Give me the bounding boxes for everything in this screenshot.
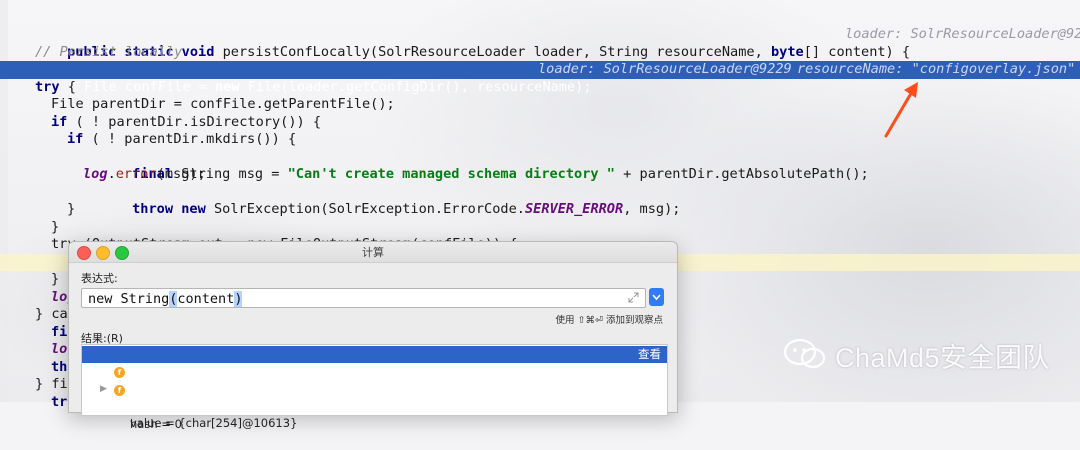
chevron-down-icon <box>652 294 661 301</box>
code-text: } ca <box>35 306 68 322</box>
code-line-12[interactable]: } <box>0 219 1080 237</box>
code-line-9[interactable]: log.error(msg); <box>0 166 1080 184</box>
history-dropdown-button[interactable] <box>649 288 664 306</box>
debug-inline-hint: resourceName: "configoverlay.json" <box>797 61 1076 77</box>
result-tree[interactable]: ▼ ∞ 结果 = "{"queryResponseWriter":{"veloc… <box>81 344 668 431</box>
code-text: (msg); <box>156 166 206 182</box>
keyword: th <box>51 358 68 375</box>
result-field-row[interactable]: f hash = 0 <box>82 382 667 431</box>
debug-inline-hint: loader: SolrResourceLoader@9229 <box>538 61 792 77</box>
view-link[interactable]: 查看 <box>638 346 661 363</box>
result-value: 结果 = "{"queryResponseWriter":{"velocity"… <box>116 398 643 412</box>
method-name: error <box>115 166 157 182</box>
code-line-2[interactable]: // Persist locally <box>0 44 1080 62</box>
wechat-icon <box>783 338 826 369</box>
field-icon: f <box>114 385 125 396</box>
expression-text: new String <box>88 291 170 307</box>
keyword: tr <box>51 393 68 410</box>
code-text: } <box>51 218 60 235</box>
code-line-10[interactable]: throw new SolrException(SolrException.Er… <box>0 184 1080 217</box>
keyword: try <box>35 78 60 95</box>
code-text: File parentDir = confFile.getParentFile(… <box>51 96 395 112</box>
evaluate-dialog[interactable]: 计算 表达式: new String(content) 使用 ⇧⌘⏎ 添加到观察… <box>68 241 678 431</box>
code-text: } <box>67 201 76 217</box>
field-value: hash = 0 <box>130 417 182 431</box>
debug-inline-hint: loader: SolrResourceLoader@9229 <box>845 26 1080 42</box>
code-text: { <box>59 78 76 95</box>
field-icon: f <box>114 367 125 378</box>
code-text: ( ! parentDir.isDirectory()) { <box>67 113 322 130</box>
expression-paren: ) <box>234 291 243 307</box>
code-text: } <box>51 271 60 287</box>
expand-icon[interactable] <box>628 292 639 303</box>
code-text: } fi <box>35 376 68 392</box>
code-comment: // Persist locally <box>35 43 183 60</box>
code-line-1[interactable]: public static void persistConfLocally(So… <box>0 26 1080 60</box>
expression-text: content <box>177 291 235 307</box>
add-watch-hint: 使用 ⇧⌘⏎ 添加到观察点 <box>555 315 663 326</box>
log-field: log <box>83 166 108 182</box>
code-line-8[interactable]: final String msg = "Can't create managed… <box>0 149 1080 182</box>
watermark-text: ChaMd5安全团队 <box>835 343 1051 373</box>
code-line-11[interactable]: } <box>0 201 1080 219</box>
expression-input[interactable]: new String(content) <box>81 288 646 308</box>
code-text: ( ! parentDir.mkdirs()) { <box>83 131 297 147</box>
dialog-titlebar[interactable]: 计算 <box>69 242 677 263</box>
keyword: if <box>67 131 84 147</box>
code-text: . <box>107 166 116 182</box>
dialog-title: 计算 <box>362 246 384 259</box>
code-line-current[interactable]: File confFile = new File(loader.getConfi… <box>0 61 1080 95</box>
expression-label: 表达式: <box>81 272 118 285</box>
result-field-row[interactable]: ▶ f value = {char[254]@10613} <box>82 364 667 430</box>
keyword: if <box>51 113 68 130</box>
keyword: fi <box>51 323 68 340</box>
annotation-arrow-icon <box>884 82 918 138</box>
result-root-row[interactable]: ▼ ∞ 结果 = "{"queryResponseWriter":{"veloc… <box>82 346 667 412</box>
log-field: lo <box>51 341 68 357</box>
